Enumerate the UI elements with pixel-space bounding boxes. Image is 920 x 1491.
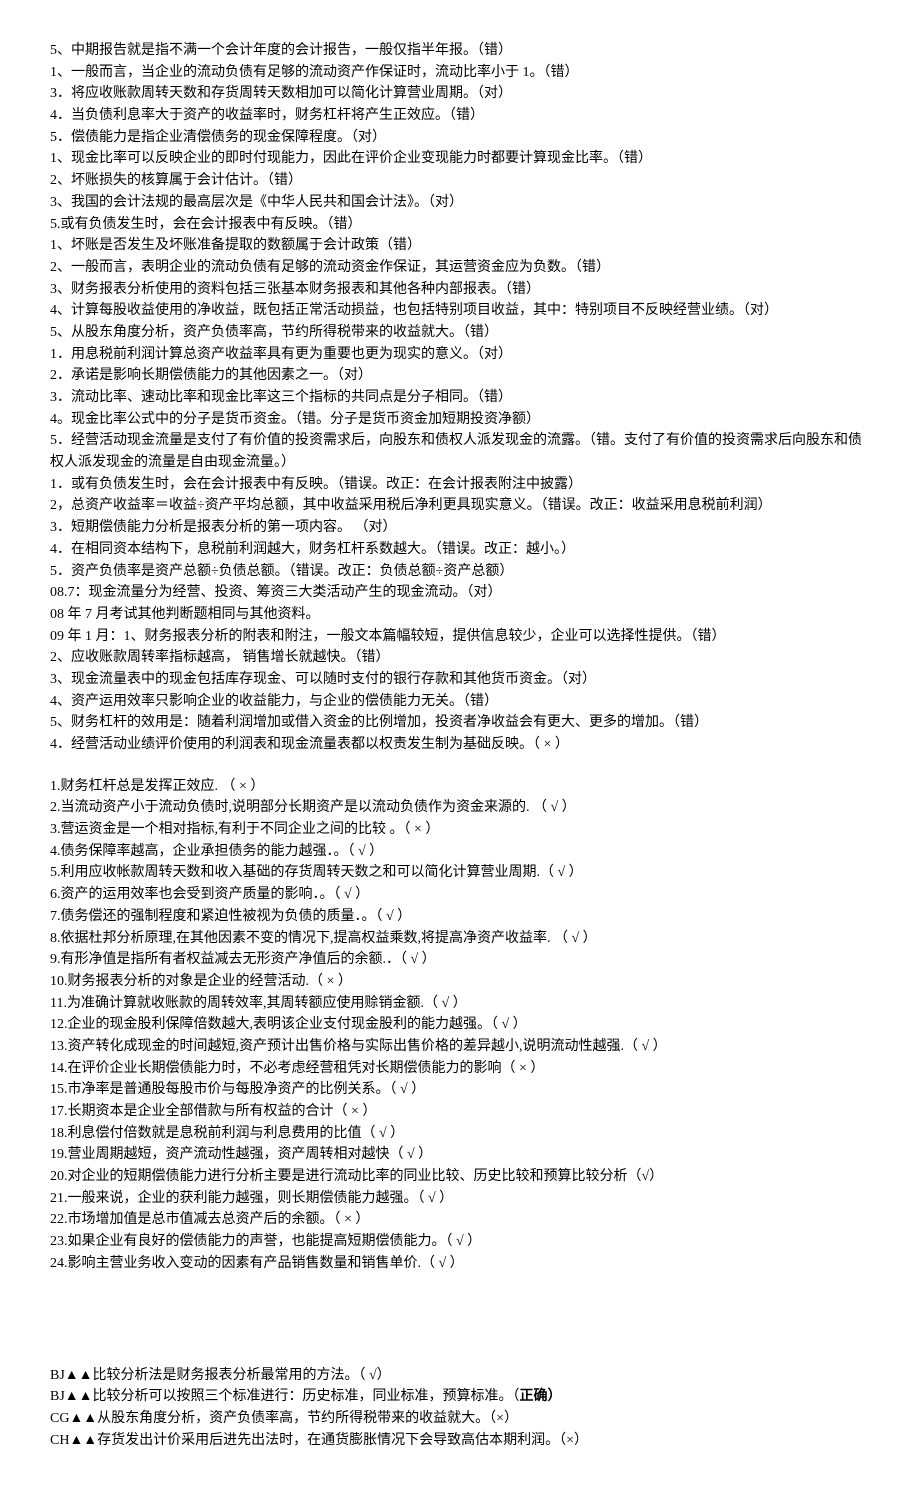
text-line: CG▲▲从股东角度分析，资产负债率高，节约所得税带来的收益就大。（×） [50, 1408, 870, 1430]
text-line: 1．用息税前利润计算总资产收益率具有更为重要也更为现实的意义。（对） [50, 344, 870, 366]
text-line: 3、财务报表分析使用的资料包括三张基本财务报表和其他各种内部报表。（错） [50, 279, 870, 301]
text-line: 24.影响主营业务收入变动的因素有产品销售数量和销售单价.（ √ ） [50, 1253, 870, 1275]
text-line: 5、中期报告就是指不满一个会计年度的会计报告，一般仅指半年报。（错） [50, 40, 870, 62]
text-line: 3．将应收账款周转天数和存货周转天数相加可以简化计算营业周期。（对） [50, 83, 870, 105]
text-line: 12.企业的现金股利保障倍数越大,表明该企业支付现金股利的能力越强。（ √ ） [50, 1014, 870, 1036]
text-line: 21.一般来说，企业的获利能力越强，则长期偿债能力越强。（ √ ） [50, 1188, 870, 1210]
text-line: 4．当负债利息率大于资产的收益率时，财务杠杆将产生正效应。（错） [50, 105, 870, 127]
text-line: 3、现金流量表中的现金包括库存现金、可以随时支付的银行存款和其他货币资金。（对） [50, 669, 870, 691]
text-line: 8.依据杜邦分析原理,在其他因素不变的情况下,提高权益乘数,将提高净资产收益率.… [50, 928, 870, 950]
text-line: 1.财务杠杆总是发挥正效应. （ × ） [50, 776, 870, 798]
text-line: 5、从股东角度分析，资产负债率高，节约所得税带来的收益就大。（错） [50, 322, 870, 344]
text-line: 17.长期资本是企业全部借款与所有权益的合计（ × ） [50, 1101, 870, 1123]
text-line: 2、坏账损失的核算属于会计估计。（错） [50, 170, 870, 192]
text-line: 2、应收账款周转率指标越高， 销售增长就越快。（错） [50, 647, 870, 669]
text-line: 1、现金比率可以反映企业的即时付现能力，因此在评价企业变现能力时都要计算现金比率… [50, 148, 870, 170]
text-line: BJ▲▲比较分析可以按照三个标准进行：历史标准，同业标准，预算标准。（正确） [50, 1386, 870, 1408]
text-line: 08.7：现金流量分为经营、投资、筹资三大类活动产生的现金流动。（对） [50, 582, 870, 604]
text-line: 3．短期偿债能力分析是报表分析的第一项内容。 （对） [50, 517, 870, 539]
text-line: 3．流动比率、速动比率和现金比率这三个指标的共同点是分子相同。（错） [50, 387, 870, 409]
text-line: 13.资产转化成现金的时间越短,资产预计出售价格与实际出售价格的差异越小,说明流… [50, 1036, 870, 1058]
text-line: 4.债务保障率越高，企业承担债务的能力越强．。（ √ ） [50, 841, 870, 863]
text-line: 3.营运资金是一个相对指标,有利于不同企业之间的比较 。（ × ） [50, 819, 870, 841]
text-line: 2．承诺是影响长期偿债能力的其他因素之一。（对） [50, 365, 870, 387]
text-line: CH▲▲存货发出计价采用后进先出法时，在通货膨胀情况下会导致高估本期利润。（×） [50, 1430, 870, 1452]
text-line: 22.市场增加值是总市值减去总资产后的余额。（ × ） [50, 1209, 870, 1231]
text-line: 5．偿债能力是指企业清偿债务的现金保障程度。（对） [50, 127, 870, 149]
text-line: 4、资产运用效率只影响企业的收益能力，与企业的偿债能力无关。（错） [50, 691, 870, 713]
text-line: 18.利息偿付倍数就是息税前利润与利息费用的比值（ √ ） [50, 1123, 870, 1145]
text-line: 11.为准确计算就收账款的周转效率,其周转额应使用赊销金额.（ √ ） [50, 993, 870, 1015]
text-line: 4、计算每股收益使用的净收益，既包括正常活动损益，也包括特别项目收益，其中：特别… [50, 300, 870, 322]
text-line: BJ▲▲比较分析法是财务报表分析最常用的方法。（ √） [50, 1365, 870, 1387]
text-line: 5、财务杠杆的效用是：随着利润增加或借入资金的比例增加，投资者净收益会有更大、更… [50, 712, 870, 734]
text-line: 3、我国的会计法规的最高层次是《中华人民共和国会计法》。（对） [50, 192, 870, 214]
text-line: 5．经营活动现金流量是支付了有价值的投资需求后，向股东和债权人派发现金的流露。（… [50, 430, 870, 473]
text-line: 5.或有负债发生时，会在会计报表中有反映。（错） [50, 214, 870, 236]
text-line: 4．在相同资本结构下，息税前利润越大，财务杠杆系数越大。（错误。改正：越小。） [50, 539, 870, 561]
text-line: 9.有形净值是指所有者权益减去无形资产净值后的余额.．（ √ ） [50, 949, 870, 971]
text-line: 15.市净率是普通股每股市价与每股净资产的比例关系。（ √ ） [50, 1079, 870, 1101]
text-line: 08 年 7 月考试其他判断题相同与其他资料。 [50, 604, 870, 626]
text-line: 1、一般而言，当企业的流动负债有足够的流动资产作保证时，流动比率小于 1。（错） [50, 62, 870, 84]
document-body: 5、中期报告就是指不满一个会计年度的会计报告，一般仅指半年报。（错）1、一般而言… [50, 40, 870, 1451]
text-line: 14.在评价企业长期偿债能力时，不必考虑经营租凭对长期偿债能力的影响（ × ） [50, 1058, 870, 1080]
text-line: 20.对企业的短期偿债能力进行分析主要是进行流动比率的同业比较、历史比较和预算比… [50, 1166, 870, 1188]
text-line: 2、一般而言，表明企业的流动负债有足够的流动资金作保证，其运营资金应为负数。（错… [50, 257, 870, 279]
text-line: 2，总资产收益率＝收益÷资产平均总额，其中收益采用税后净利更具现实意义。（错误。… [50, 495, 870, 517]
text-line: 1、坏账是否发生及坏账准备提取的数额属于会计政策（错） [50, 235, 870, 257]
text-line: 5.利用应收帐款周转天数和收入基础的存货周转天数之和可以简化计算营业周期.（ √… [50, 862, 870, 884]
text-line: 7.债务偿还的强制程度和紧迫性被视为负债的质量．。（ √ ） [50, 906, 870, 928]
text-line: 5．资产负债率是资产总额÷负债总额。（错误。改正：负债总额÷资产总额） [50, 561, 870, 583]
text-line: 23.如果企业有良好的偿债能力的声誉，也能提高短期偿债能力。（ √ ） [50, 1231, 870, 1253]
text-line: 09 年 1 月：1、财务报表分析的附表和附注，一般文本篇幅较短，提供信息较少，… [50, 626, 870, 648]
text-line: 4。现金比率公式中的分子是货币资金。（错。分子是货币资金加短期投资净额） [50, 409, 870, 431]
text-line: 1．或有负债发生时，会在会计报表中有反映。（错误。改正：在会计报表附注中披露） [50, 474, 870, 496]
text-line: 10.财务报表分析的对象是企业的经营活动.（ × ） [50, 971, 870, 993]
text-line: 19.营业周期越短，资产流动性越强，资产周转相对越快（ √ ） [50, 1144, 870, 1166]
text-line: 6.资产的运用效率也会受到资产质量的影响．。（ √ ） [50, 884, 870, 906]
text-line: 4．经营活动业绩评价使用的利润表和现金流量表都以权责发生制为基础反映。（ × ） [50, 734, 870, 756]
text-line: 2.当流动资产小于流动负债时,说明部分长期资产是以流动负债作为资金来源的. （ … [50, 797, 870, 819]
